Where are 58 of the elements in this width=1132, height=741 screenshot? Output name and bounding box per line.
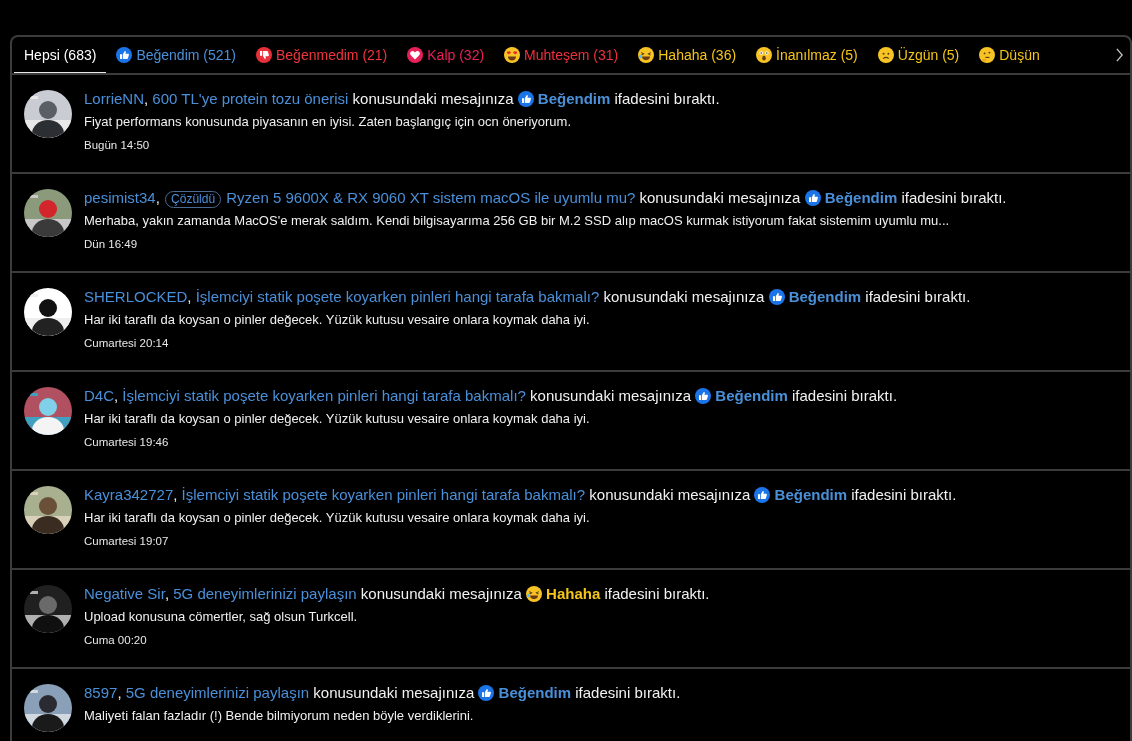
thumbs-up-icon <box>804 190 821 206</box>
surprised-emoji-icon <box>756 46 773 63</box>
message-excerpt: Har iki taraflı da koysan o pinler değecek. Yüzük kutusu vesaire onlara koymak daha iyi. <box>84 509 591 527</box>
message-excerpt: Upload konusuna cömertler, sağ olsun Turkcell. <box>84 608 359 626</box>
thread-link[interactable]: 5G deneyimlerinizi paylaşın <box>125 684 310 701</box>
timestamp: Bugün 14:50 <box>84 138 151 153</box>
message-excerpt: Maliyeti falan fazladır (!) Bende bilmiyorum neden böyle verdiklerini. <box>84 707 475 725</box>
reaction-tab[interactable]: Hahaha (36) <box>628 37 747 73</box>
thumbs-up-icon <box>116 46 133 63</box>
reaction-tab[interactable]: Düşün <box>969 37 1050 73</box>
reaction-tab[interactable]: Hepsi (683) <box>14 37 107 73</box>
thumbs-up-icon <box>695 388 712 404</box>
thread-link[interactable]: 5G deneyimlerinizi paylaşın <box>173 585 357 602</box>
notification-text: Negative Sir, 5G deneyimlerinizi paylaşın konusundaki mesajınıza Hahaha ifadesini bıraktı. <box>84 584 711 604</box>
timestamp: Cumartesi 19:07 <box>84 534 170 549</box>
thumbs-up-icon <box>517 91 534 107</box>
chevron-right-icon[interactable] <box>1114 48 1124 62</box>
reaction-tab[interactable]: Kalp (32) <box>397 37 495 73</box>
thumbs-up-icon <box>768 289 785 305</box>
notification-text: LorrieNN, 600 TL'ye protein tozu önerisi konusundaki mesajınıza Beğendim ifadesini bıraktı. <box>84 89 721 109</box>
user-link[interactable]: Negative Sir <box>84 585 165 602</box>
thread-link[interactable]: Ryzen 5 9600X & RX 9060 XT sistem macOS ile uyumlu mu? <box>226 189 636 206</box>
reaction-tab[interactable]: Beğenmedim (21) <box>246 37 398 73</box>
user-link[interactable]: pesimist34 <box>84 189 156 206</box>
notification-text: Kayra342727, İşlemciyi statik poşete koyarken pinleri hangi tarafa bakmalı? konusundaki mesajınıza Beğendim ifadesini bıraktı. <box>84 485 958 505</box>
reaction-tab[interactable]: Üzgün (5) <box>867 37 970 73</box>
timestamp: Dün 16:49 <box>84 237 139 252</box>
thread-link[interactable]: İşlemciyi statik poşete koyarken pinleri hangi tarafa bakmalı? <box>181 486 586 503</box>
notification-text: pesimist34, Çözüldü Ryzen 5 9600X & RX 9060 XT sistem macOS ile uyumlu mu? konusundaki mesajınıza Beğendim ifadesini bıraktı. <box>84 188 1008 209</box>
thread-link[interactable]: İşlemciyi statik poşete koyarken pinleri hangi tarafa bakmalı? <box>122 387 526 404</box>
laughing-emoji-icon <box>638 46 655 63</box>
user-link[interactable]: LorrieNN <box>84 90 144 107</box>
notification-text: 8597, 5G deneyimlerinizi paylaşın konusundaki mesajınıza Beğendim ifadesini bıraktı. <box>84 683 682 703</box>
laughing-emoji-icon <box>525 586 542 602</box>
notification-text: D4C, İşlemciyi statik poşete koyarken pinleri hangi tarafa bakmalı? konusundaki mesajınıza Beğendim ifadesini bıraktı. <box>84 386 899 406</box>
reaction-tab[interactable]: İnanılmaz (5) <box>746 37 868 73</box>
message-excerpt: Har iki taraflı da koysan o pinler değecek. Yüzük kutusu vesaire onlara koymak daha iyi. <box>84 410 591 428</box>
thread-link[interactable]: 600 TL'ye protein tozu önerisi <box>152 90 349 107</box>
user-link[interactable]: Kayra342727 <box>84 486 174 503</box>
user-link[interactable]: D4C <box>84 387 114 404</box>
user-link[interactable]: 8597 <box>84 684 118 701</box>
message-excerpt: Fiyat performans konusunda piyasanın en iyisi. Zaten başlangıç için ocn öneriyorum. <box>84 113 573 131</box>
thread-link[interactable]: İşlemciyi statik poşete koyarken pinleri hangi tarafa bakmalı? <box>195 288 600 305</box>
user-link[interactable]: SHERLOCKED <box>84 288 188 305</box>
message-excerpt: Merhaba, yakın zamanda MacOS'e merak saldım. Kendi bilgisayarıma 256 GB bir M.2 SSD alıp macOS kurmak istiyorum fakat sistemim uyumlu mu... <box>84 212 951 230</box>
heart-eyes-emoji-icon <box>504 46 521 63</box>
thumbs-up-icon <box>478 685 495 701</box>
thumbs-down-icon <box>256 46 272 63</box>
sad-emoji-icon <box>877 46 894 63</box>
reaction-tab[interactable]: Beğendim (521) <box>106 37 246 73</box>
reaction-tab[interactable]: Muhteşem (31) <box>494 37 629 73</box>
timestamp: Cuma 00:20 <box>84 633 148 648</box>
notification-text: SHERLOCKED, İşlemciyi statik poşete koyarken pinleri hangi tarafa bakmalı? konusundaki mesajınıza Beğendim ifadesini bıraktı. <box>84 287 972 307</box>
thumbs-up-icon <box>754 487 771 503</box>
thinking-emoji-icon <box>979 46 996 63</box>
timestamp: Cumartesi 20:14 <box>84 336 170 351</box>
timestamp: Cumartesi 19:46 <box>84 435 170 450</box>
message-excerpt: Har iki taraflı da koysan o pinler değecek. Yüzük kutusu vesaire onlara koymak daha iyi. <box>84 311 591 329</box>
